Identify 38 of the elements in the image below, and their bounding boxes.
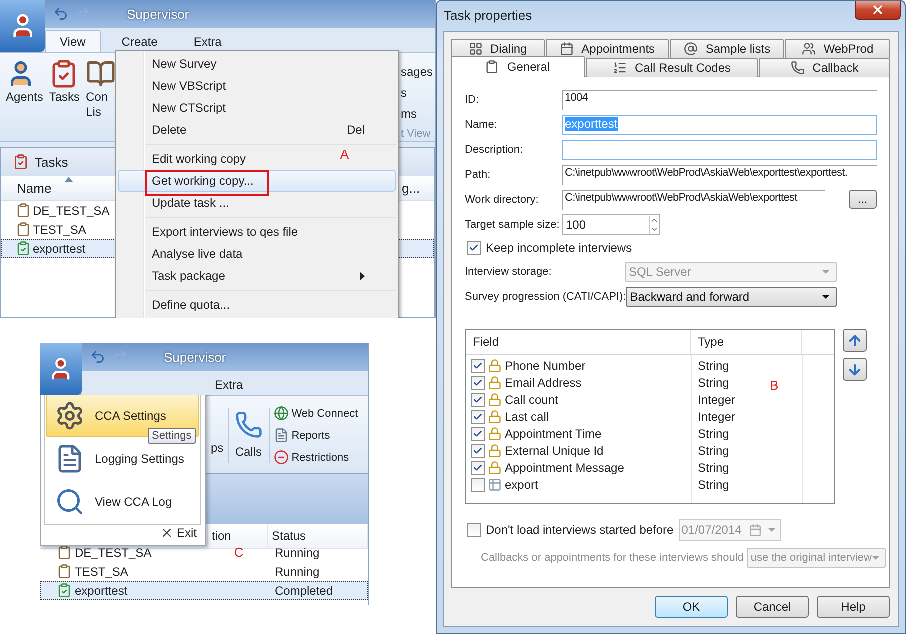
status-cell-text: Running (274, 564, 321, 578)
group-label: t View (401, 128, 432, 140)
field-label: Survey progression (CATI/CAPI): (465, 290, 626, 302)
type-cell: Integer (698, 392, 736, 406)
field-label: Interview storage: (465, 266, 552, 278)
task-name: DE_TEST_SA (41, 545, 209, 560)
type-cell: String (698, 444, 730, 458)
checkbox-label: Don't load interviews started before (486, 523, 674, 537)
field-label: Description: (465, 144, 524, 156)
tooltip: Settings (148, 428, 196, 444)
field-label: Target sample size: (465, 218, 561, 230)
task-name: exporttest (41, 583, 209, 598)
type-cell: String (698, 358, 730, 372)
task-name: exporttest (33, 242, 86, 256)
task-name: DE_TEST_SA (33, 204, 110, 218)
status-cell-text: Completed (274, 584, 334, 598)
field-label: ID: (465, 94, 480, 106)
shortcut-text: Del (346, 123, 366, 137)
field-label: Work directory: (465, 194, 540, 206)
type-cell: String (698, 460, 730, 474)
type-cell: String (698, 376, 730, 390)
pane-title: Tasks (35, 154, 68, 170)
annotation-letter: B (770, 378, 779, 393)
field-label: Path: (465, 168, 492, 180)
readonly-field: C:\inetpub\wwwroot\WebProd\AskiaWeb\exporttest\exporttest. (562, 164, 877, 184)
type-cell: Integer (698, 410, 736, 424)
window-title: Supervisor (127, 6, 190, 22)
type-cell: String (698, 478, 730, 492)
field-label: Name: (465, 118, 498, 130)
option-label: Callbacks or appointments for these interviews should (481, 552, 744, 564)
dialog-title: Task properties (444, 8, 532, 23)
task-name: TEST_SA (33, 222, 86, 236)
readonly-field: C:\inetpub\wwwroot\WebProd\AskiaWeb\exporttest (562, 190, 825, 210)
task-name: TEST_SA (41, 564, 209, 579)
window-title: Supervisor (164, 350, 226, 364)
readonly-field: 1004 (562, 90, 877, 110)
type-cell: String (698, 426, 730, 440)
annotation-letter: A (340, 146, 349, 162)
